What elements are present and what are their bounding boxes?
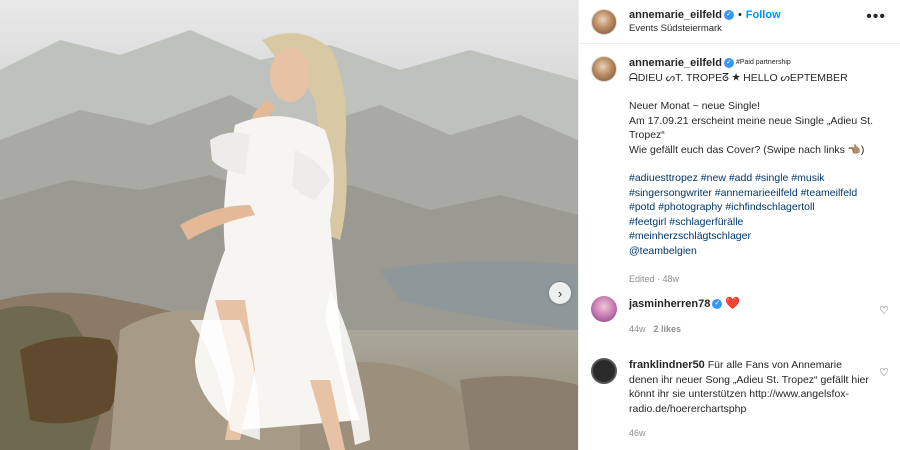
instagram-post-modal: › annemarie_eilfeld ✓ • Follow Events Südst… <box>0 0 900 450</box>
hashtag-line[interactable]: #feetgirl #schlagerfürälle <box>629 215 884 230</box>
verified-badge-icon: ✓ <box>712 299 723 310</box>
author-username[interactable]: annemarie_eilfeld <box>629 9 722 21</box>
caption-username[interactable]: annemarie_eilfeld <box>629 57 722 69</box>
follow-button[interactable]: Follow <box>746 9 781 21</box>
comment-likes[interactable]: 2 likes <box>654 324 682 334</box>
verified-badge-icon: ✓ <box>723 58 734 69</box>
caption-body: annemarie_eilfeld ✓ #Paid partnership ᗩDIE… <box>629 56 884 287</box>
comment-item: jasminherren78 ✓ ❤️ 44w 2 likes ♡ <box>579 296 900 336</box>
hashtag-line[interactable]: #meinherzschlägtschlager <box>629 229 884 244</box>
comment-username[interactable]: franklindner50 <box>629 359 705 371</box>
comment-body: franklindner50 Für alle Fans von Annemar… <box>629 358 874 441</box>
separator-dot: • <box>737 8 742 21</box>
edited-timestamp: Edited · 48w <box>629 274 680 284</box>
like-comment-heart-icon[interactable]: ♡ <box>879 366 889 379</box>
hashtag-line[interactable]: #singersongwriter #annemarieeilfeld #tea… <box>629 186 884 201</box>
red-heart-emoji-icon: ❤️ <box>725 296 741 310</box>
avatar[interactable] <box>591 296 617 322</box>
comment-meta: 46w <box>629 426 874 441</box>
post-location[interactable]: Events Südsteiermark <box>629 22 781 36</box>
caption-line: Wie gefällt euch das Cover? (Swipe nach … <box>629 143 865 156</box>
comment-age: 44w <box>629 323 646 334</box>
hashtags: #adiuesttropez #new #add #single #musik … <box>629 171 884 258</box>
comment-meta: 44w 2 likes <box>629 322 874 337</box>
avatar[interactable] <box>591 8 617 35</box>
chevron-right-icon: › <box>557 285 563 301</box>
partnership-tag: #Paid partnership <box>735 59 791 66</box>
like-comment-heart-icon[interactable]: ♡ <box>879 304 889 317</box>
caption-line: Am 17.09.21 erscheint meine neue Single … <box>629 114 873 142</box>
photo-scene <box>0 30 578 450</box>
post-photo[interactable]: › <box>0 0 578 450</box>
caption-text: Neuer Monat ~ neue Single! Am 17.09.21 e… <box>629 99 884 157</box>
verified-badge-icon: ✓ <box>723 9 734 20</box>
comment-age: 46w <box>629 428 646 438</box>
hashtag-line[interactable]: #adiuesttropez #new #add #single #musik <box>629 171 884 186</box>
avatar[interactable] <box>591 56 617 82</box>
mention-link[interactable]: @teambelgien <box>629 244 884 259</box>
next-photo-button[interactable]: › <box>549 282 571 304</box>
hashtag-line[interactable]: #potd #photography #ichfindschlagertoll <box>629 200 884 215</box>
comment-item: franklindner50 Für alle Fans von Annemar… <box>579 358 900 441</box>
header-text: annemarie_eilfeld ✓ • Follow Events Südstei… <box>629 8 781 36</box>
comment-body: jasminherren78 ✓ ❤️ 44w 2 likes <box>629 296 874 336</box>
caption-title: ᗩDIEU ᔕT. TROPEᘔ ★ HELLO ᔕEPTEMBER <box>629 71 848 84</box>
post-sidebar: annemarie_eilfeld ✓ • Follow Events Südstei… <box>578 0 900 450</box>
post-caption: annemarie_eilfeld ✓ #Paid partnership ᗩDIE… <box>579 44 900 287</box>
avatar[interactable] <box>591 358 617 384</box>
more-options-icon[interactable]: ••• <box>866 8 886 26</box>
caption-line: Neuer Monat ~ neue Single! <box>629 100 761 112</box>
post-header: annemarie_eilfeld ✓ • Follow Events Südstei… <box>579 0 900 44</box>
comment-username[interactable]: jasminherren78 <box>629 298 710 310</box>
